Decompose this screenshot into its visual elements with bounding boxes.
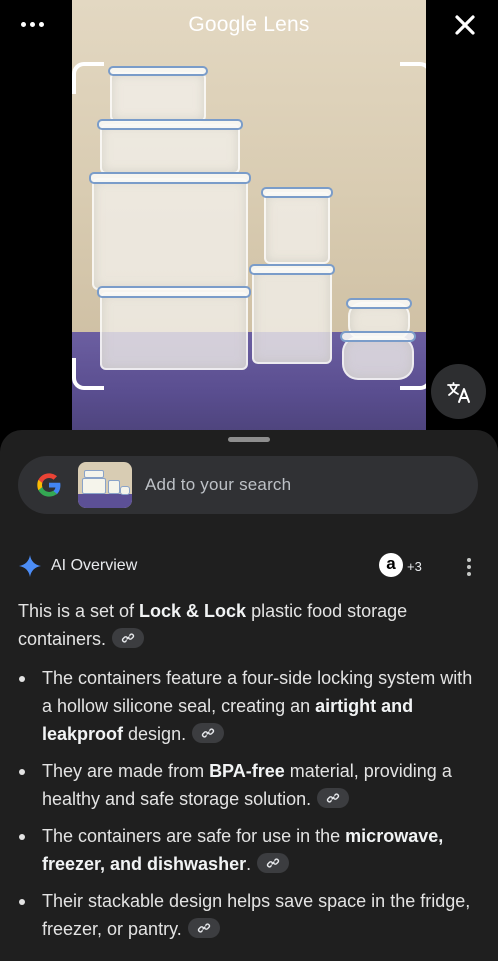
container-square-bottom xyxy=(252,268,332,364)
source-link-button[interactable] xyxy=(192,723,225,743)
crop-corner-bottom-left[interactable] xyxy=(72,358,104,390)
container-lid xyxy=(97,119,243,130)
link-icon xyxy=(201,728,215,738)
container-lid xyxy=(108,66,208,76)
crop-corner-top-left[interactable] xyxy=(72,62,104,94)
link-icon xyxy=(266,858,280,868)
container-lid xyxy=(346,298,412,309)
list-item: The containers are safe for use in the m… xyxy=(18,822,480,878)
translate-button[interactable] xyxy=(431,364,486,419)
container-medium xyxy=(100,124,240,174)
source-link-button[interactable] xyxy=(317,788,350,808)
crop-corner-bottom-right[interactable] xyxy=(400,358,426,390)
image-thumbnail[interactable] xyxy=(78,462,132,508)
overview-intro: This is a set of Lock & Lock plastic foo… xyxy=(18,601,408,649)
container-large xyxy=(92,178,248,290)
crop-corner-top-right[interactable] xyxy=(400,62,426,94)
page-title: Google Lens xyxy=(188,13,310,36)
add-to-search-bar[interactable]: Add to your search xyxy=(18,456,478,514)
translate-icon xyxy=(446,381,470,403)
link-icon xyxy=(327,793,340,803)
close-button[interactable] xyxy=(450,10,480,40)
container-wide-bottom xyxy=(100,292,248,370)
amazon-icon[interactable]: a xyxy=(379,553,403,577)
container-lid xyxy=(340,331,416,342)
container-lid xyxy=(249,264,335,275)
add-to-search-placeholder: Add to your search xyxy=(145,475,292,494)
list-item: They are made from BPA-free material, pr… xyxy=(18,757,480,813)
google-logo-icon xyxy=(37,473,61,497)
container-lid xyxy=(261,187,333,198)
link-icon xyxy=(197,923,210,933)
ai-overview-title: AI Overview xyxy=(51,557,138,574)
list-item: The containers feature a four-side locki… xyxy=(18,664,480,748)
ai-overview-header: AI Overview a +3 xyxy=(18,552,480,580)
google-lens-screen: Google Lens Add to your search AI Overvi… xyxy=(0,0,498,961)
results-sheet: Add to your search AI Overview a +3 This… xyxy=(0,430,498,961)
sheet-drag-handle[interactable] xyxy=(228,437,270,442)
source-link-button[interactable] xyxy=(112,628,145,648)
captured-image[interactable] xyxy=(72,0,426,432)
overview-bullet-list: The containers feature a four-side locki… xyxy=(18,664,480,943)
source-link-button[interactable] xyxy=(187,918,220,938)
container-square-tall xyxy=(264,192,330,264)
container-small-top xyxy=(110,72,206,122)
ai-overview-more-button[interactable] xyxy=(462,556,476,578)
container-lid xyxy=(89,172,251,184)
source-link-button[interactable] xyxy=(257,853,290,873)
top-bar: Google Lens xyxy=(0,0,498,56)
link-icon xyxy=(121,633,135,643)
close-icon xyxy=(455,15,475,35)
source-count[interactable]: +3 xyxy=(407,559,422,574)
container-lid xyxy=(97,286,251,298)
list-item: Their stackable design helps save space … xyxy=(18,887,480,943)
ai-sparkle-icon xyxy=(19,555,41,577)
ai-overview-body: This is a set of Lock & Lock plastic foo… xyxy=(18,597,480,952)
